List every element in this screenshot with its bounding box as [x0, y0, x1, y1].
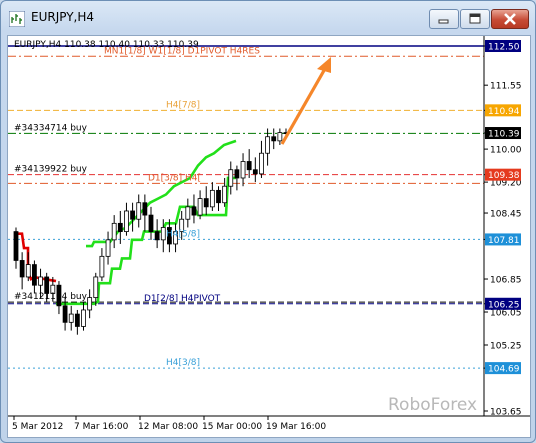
price-tag-l3: 110.94 [485, 104, 521, 117]
price-tag-l10: 106.25 [485, 297, 521, 310]
x-tick: 12 Mar 08:00 [138, 416, 198, 432]
candle [13, 227, 19, 269]
y-tick: 110.00 [484, 146, 522, 156]
level-label-l9: #34121104 buy [14, 292, 88, 302]
y-tick: 106.85 [484, 276, 522, 286]
svg-text:19 Mar 16:00: 19 Mar 16:00 [266, 422, 326, 432]
svg-text:7 Mar 16:00: 7 Mar 16:00 [74, 422, 129, 432]
svg-text:110.00: 110.00 [490, 146, 522, 156]
candle [105, 231, 111, 265]
svg-text:112.50: 112.50 [488, 43, 520, 53]
candle [99, 248, 105, 282]
level-label-l10: D1[2/8] H4PIVOT [144, 294, 221, 304]
candle [130, 202, 135, 232]
price-tag-l4: 110.39 [485, 127, 521, 140]
price-chart[interactable]: MN1[1/8] W1[1/8] D1PIVOT H4RESH4[7/8]#34… [8, 36, 530, 437]
level-label-l7: D1[3/8] H4[ [148, 173, 201, 183]
price-tag-l6: 109.38 [485, 168, 521, 181]
candle [142, 194, 148, 232]
y-tick: 103.65 [484, 408, 522, 418]
level-label-l3: H4[7/8] [166, 100, 200, 110]
close-button[interactable] [491, 9, 529, 29]
candle [209, 182, 215, 211]
candle [124, 202, 129, 236]
level-label-l8: H4[5/8] [166, 229, 200, 239]
x-tick: 5 Mar 2012 [12, 416, 63, 432]
x-tick: 7 Mar 16:00 [74, 416, 129, 432]
svg-text:108.45: 108.45 [490, 210, 522, 220]
watermark: RoboForex [388, 395, 477, 415]
candle [228, 161, 234, 195]
candle [246, 149, 252, 178]
candle [240, 153, 246, 187]
candle [68, 305, 74, 331]
svg-text:5 Mar 2012: 5 Mar 2012 [12, 422, 63, 432]
candle [74, 309, 80, 335]
y-tick: 105.25 [484, 342, 522, 352]
y-tick: 108.45 [484, 210, 522, 220]
chart-area[interactable]: MN1[1/8] W1[1/8] D1PIVOT H4RES H4[7/8] #34… [7, 35, 531, 438]
x-tick: 19 Mar 16:00 [266, 416, 326, 432]
candle [216, 186, 221, 211]
candle [234, 165, 240, 191]
candle [222, 177, 228, 207]
candle [271, 128, 277, 150]
candle [111, 215, 117, 249]
svg-text:12 Mar 08:00: 12 Mar 08:00 [138, 422, 198, 432]
svg-text:15 Mar 00:00: 15 Mar 00:00 [202, 422, 262, 432]
svg-text:110.94: 110.94 [488, 107, 520, 117]
y-tick: 111.55 [484, 82, 522, 92]
x-tick: 15 Mar 00:00 [202, 416, 262, 432]
chart-app-icon [9, 11, 25, 27]
svg-text:106.25: 106.25 [488, 300, 520, 310]
maximize-button[interactable] [460, 9, 490, 29]
svg-text:105.25: 105.25 [490, 342, 522, 352]
chart-window: EURJPY,H4 MN1[1/8] W1[1/8] D1PIVOT H4RES… [0, 0, 536, 443]
candle [154, 219, 160, 249]
candle [87, 289, 93, 319]
candle [265, 128, 270, 166]
restore-icon [469, 13, 481, 24]
svg-text:111.55: 111.55 [490, 82, 522, 92]
svg-text:110.39: 110.39 [488, 130, 520, 140]
level-label-l6: #34139922 buy [14, 165, 88, 175]
svg-text:104.69: 104.69 [488, 365, 520, 375]
close-icon [504, 13, 516, 25]
candle [197, 190, 203, 220]
candle [191, 194, 197, 224]
candle [148, 206, 154, 240]
trailing-stop-green [56, 176, 236, 306]
minimize-button[interactable] [429, 9, 459, 29]
candle [252, 157, 258, 183]
svg-text:107.81: 107.81 [488, 236, 520, 246]
svg-text:109.38: 109.38 [488, 171, 520, 181]
svg-text:106.85: 106.85 [490, 276, 522, 286]
candle [19, 252, 25, 290]
candle [32, 260, 37, 294]
minimize-icon [438, 19, 449, 24]
forecast-arrow [280, 57, 331, 145]
candle [259, 140, 264, 178]
price-tag-l1: 112.50 [485, 40, 521, 53]
title-bar[interactable]: EURJPY,H4 [1, 1, 535, 35]
price-tag-l8: 107.81 [485, 233, 521, 246]
price-tag-l11: 104.69 [485, 362, 521, 375]
candle [136, 194, 142, 228]
candle [203, 186, 209, 216]
level-label-l5: #34334714 buy [14, 123, 88, 133]
svg-text:103.65: 103.65 [490, 408, 522, 418]
window-title: EURJPY,H4 [31, 10, 95, 24]
chart-header: EURJPY,H4 110.38 110.40 110.33 110.39 [14, 40, 199, 50]
candle [185, 198, 191, 228]
candle [81, 301, 86, 331]
level-label-l11: H4[3/8] [166, 358, 200, 368]
